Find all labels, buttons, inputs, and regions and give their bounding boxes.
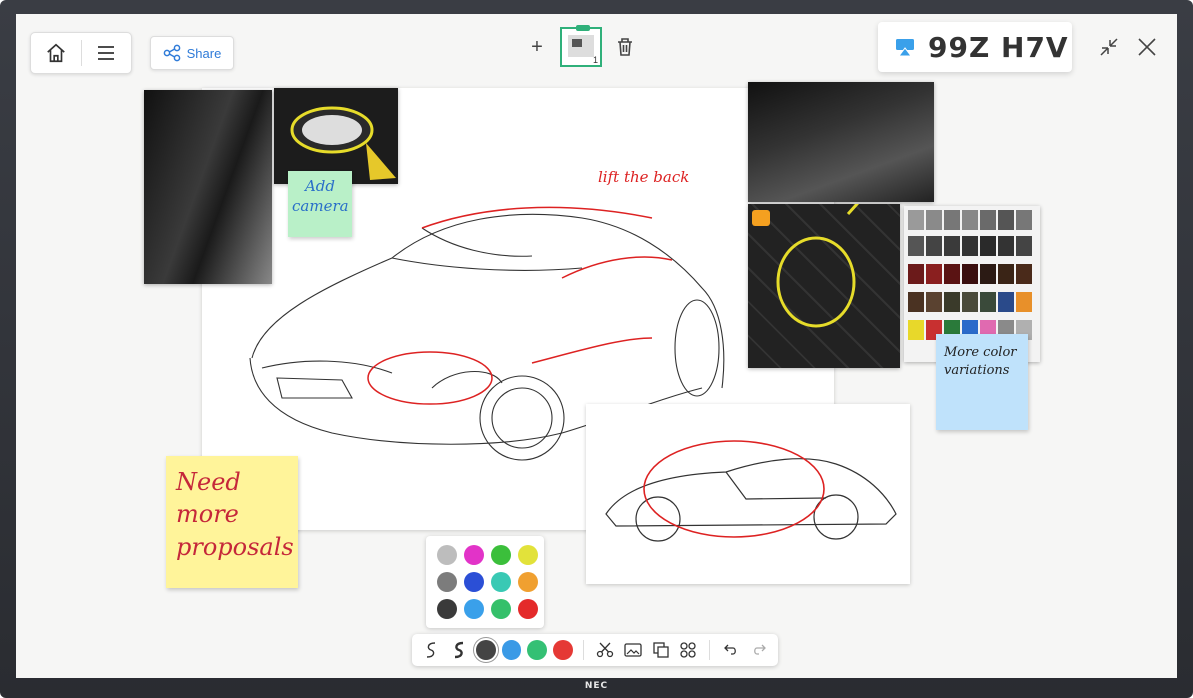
share-icon (163, 44, 180, 62)
leather-photo[interactable] (748, 204, 900, 368)
pen-thick-button[interactable] (448, 639, 470, 661)
pen-color-blue[interactable] (501, 640, 522, 660)
room-code-box: 99Z H7V (878, 22, 1072, 72)
page-controls: + 1 (528, 25, 634, 68)
close-icon (1138, 38, 1156, 56)
pen-thick-icon (454, 641, 463, 659)
palette-swatch[interactable] (491, 545, 511, 565)
redo-icon (754, 644, 766, 655)
lift-the-back-annotation: lift the back (598, 168, 690, 186)
palette-swatch[interactable] (437, 545, 457, 565)
shapes-icon (680, 642, 697, 658)
palette-swatch[interactable] (464, 545, 484, 565)
palette-swatch[interactable] (437, 599, 457, 619)
pen-color-green[interactable] (527, 640, 548, 660)
palette-swatch[interactable] (518, 599, 538, 619)
menu-button[interactable] (81, 33, 131, 73)
palette-swatch[interactable] (491, 599, 511, 619)
sticky-note-add-camera[interactable]: Add camera (288, 171, 352, 237)
whiteboard-screen[interactable]: Share + 1 99Z H7V lift the back Add came… (16, 14, 1177, 678)
home-button[interactable] (31, 33, 81, 73)
close-button[interactable] (1136, 36, 1158, 58)
thumbnail-menu-icon[interactable] (576, 25, 590, 31)
collapse-icon (1100, 38, 1118, 56)
divider (709, 640, 711, 660)
delete-page-button[interactable] (616, 37, 634, 57)
palette-swatch[interactable] (464, 599, 484, 619)
room-code: 99Z H7V (928, 30, 1069, 64)
add-page-button[interactable]: + (528, 36, 546, 59)
palette-swatch[interactable] (518, 545, 538, 565)
palette-swatch[interactable] (518, 572, 538, 592)
car-seat-photo[interactable] (748, 82, 934, 202)
trash-icon (618, 38, 632, 56)
shapes-button[interactable] (678, 639, 700, 661)
bottom-toolbar (412, 634, 778, 666)
pen-color-red[interactable] (553, 640, 574, 660)
scissors-icon (596, 642, 614, 658)
sticky-note-color-variations[interactable]: More color variations (936, 334, 1028, 430)
divider (583, 640, 585, 660)
car-sketch-side[interactable] (586, 404, 910, 584)
page-number: 1 (592, 55, 598, 65)
minimize-button[interactable] (1098, 36, 1120, 58)
nav-buttons (30, 32, 132, 74)
pen-thin-button[interactable] (420, 639, 442, 661)
pen-thin-icon (426, 642, 435, 658)
cast-icon (896, 39, 914, 57)
brand-logo: NEC (584, 681, 609, 691)
undo-button[interactable] (720, 639, 742, 661)
leather-stitch-overlay (752, 204, 860, 328)
image-icon (624, 643, 642, 657)
cut-button[interactable] (594, 639, 616, 661)
palette-swatch[interactable] (464, 572, 484, 592)
pen-color-black[interactable] (475, 640, 496, 660)
mirror-outline (290, 106, 396, 180)
redo-button[interactable] (748, 639, 770, 661)
palette-swatch[interactable] (491, 572, 511, 592)
share-button[interactable]: Share (150, 36, 234, 70)
image-button[interactable] (622, 639, 644, 661)
car-side-drawing (605, 440, 897, 542)
copy-icon (652, 642, 669, 658)
sticky-note-need-proposals[interactable]: Need more proposals (166, 456, 298, 588)
undo-icon (724, 644, 737, 655)
color-palette (426, 536, 544, 628)
mirror-photo[interactable] (144, 90, 272, 284)
menu-icon (98, 46, 115, 60)
copy-button[interactable] (650, 639, 672, 661)
home-icon (46, 43, 65, 63)
palette-swatch[interactable] (437, 572, 457, 592)
share-label: Share (186, 45, 222, 61)
thumbnail-preview-detail (572, 39, 582, 47)
camera-mirror-photo[interactable] (274, 88, 398, 184)
page-thumbnail[interactable]: 1 (560, 25, 602, 67)
